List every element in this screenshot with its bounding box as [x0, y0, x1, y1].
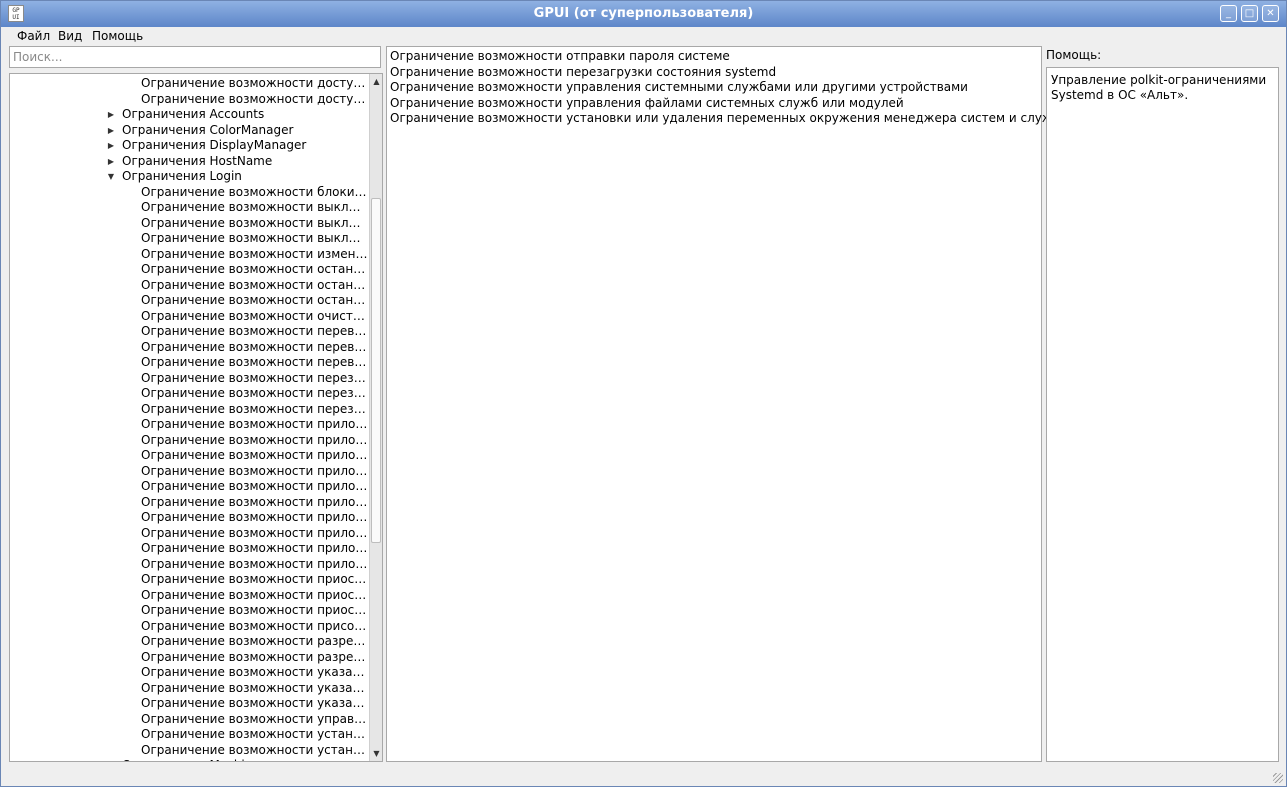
tree-item[interactable]: Ограничение возможности указания за...	[141, 665, 369, 681]
tree-item[interactable]: Ограничение возможности перевода с...	[141, 355, 369, 371]
tree-item[interactable]: Ограничение возможности перевода с...	[141, 340, 369, 356]
tree-item[interactable]: Ограничение возможности установки «...	[141, 727, 369, 743]
tree-scrollbar[interactable]: ▲ ▼	[369, 74, 382, 761]
tree-item[interactable]: Ограничение возможности приложени...	[141, 557, 369, 573]
resize-grip-icon[interactable]	[1273, 773, 1283, 783]
tree-item[interactable]: Ограничение возможности указания м...	[141, 696, 369, 712]
collapsed-arrow-icon[interactable]: ▶	[106, 154, 116, 169]
tree-item[interactable]: Ограничение возможности разрешени...	[141, 650, 369, 666]
scroll-down-arrow-icon[interactable]: ▼	[371, 747, 382, 760]
scroll-up-arrow-icon[interactable]: ▲	[371, 75, 382, 88]
tree-item[interactable]: Ограничение возможности перезагрузк...	[141, 402, 369, 418]
title-bar[interactable]: GP UI GPUI (от суперпользователя) _ □ ✕	[1, 1, 1286, 28]
tree-item[interactable]: Ограничение возможности остановки с...	[141, 278, 369, 294]
policy-list-item[interactable]: Ограничение возможности управления файла…	[390, 95, 904, 111]
tree-item[interactable]: Ограничение возможности блокировки...	[141, 185, 369, 201]
tree-item[interactable]: Ограничение возможности присоедин...	[141, 619, 369, 635]
menu-bar: Файл Вид Помощь	[1, 27, 1286, 45]
menu-help[interactable]: Помощь	[92, 28, 143, 44]
help-panel: Управление polkit-ограничениями Systemd …	[1046, 67, 1279, 762]
tree-item[interactable]: Ограничение возможности приложени...	[141, 526, 369, 542]
tree-item[interactable]: Ограничение возможности приложени...	[141, 433, 369, 449]
tree-group-item[interactable]: Ограничения Accounts	[122, 107, 369, 123]
scrollbar-thumb[interactable]	[371, 198, 381, 543]
tree-item[interactable]: Ограничение возможности перезагрузк...	[141, 371, 369, 387]
menu-file[interactable]: Файл	[17, 28, 50, 44]
tree-item[interactable]: Ограничение возможности выключени...	[141, 216, 369, 232]
tree-item[interactable]: Ограничение возможности управления...	[141, 712, 369, 728]
tree-group-item[interactable]: Ограничения Login	[122, 169, 369, 185]
tree-item[interactable]: Ограничение возможности остановки с...	[141, 293, 369, 309]
tree-item[interactable]: Ограничение возможности доступа к с...	[141, 92, 369, 108]
tree-item[interactable]: Ограничение возможности доступа к д...	[141, 76, 369, 92]
tree-item[interactable]: Ограничение возможности указания за...	[141, 681, 369, 697]
tree-item[interactable]: Ограничение возможности изменения ...	[141, 247, 369, 263]
main-window: GP UI GPUI (от суперпользователя) _ □ ✕ Ф…	[0, 0, 1287, 787]
policy-list-item[interactable]: Ограничение возможности установки или уд…	[390, 110, 1060, 126]
help-text: Управление polkit-ограничениями Systemd …	[1051, 73, 1267, 102]
tree-item[interactable]: Ограничение возможности приостанов...	[141, 572, 369, 588]
tree-item[interactable]: Ограничение возможности перезагрузк...	[141, 386, 369, 402]
tree-item[interactable]: Ограничение возможности приложени...	[141, 448, 369, 464]
policy-list[interactable]: Ограничение возможности отправки пароля …	[386, 46, 1060, 762]
menu-view[interactable]: Вид	[58, 28, 82, 44]
tree-item[interactable]: Ограничение возможности приложени...	[141, 417, 369, 433]
collapsed-arrow-icon[interactable]: ▶	[106, 138, 116, 153]
close-button[interactable]: ✕	[1262, 5, 1279, 22]
tree-item[interactable]: Ограничение возможности приложени...	[141, 495, 369, 511]
tree-item[interactable]: Ограничение возможности приостанов...	[141, 588, 369, 604]
window-title: GPUI (от суперпользователя)	[533, 6, 754, 21]
tree-item[interactable]: Ограничение возможности выключени...	[141, 200, 369, 216]
policy-list-item[interactable]: Ограничение возможности перезагрузки сос…	[390, 64, 776, 80]
status-bar	[1, 764, 1286, 786]
tree-item[interactable]: Ограничение возможности остановки с...	[141, 262, 369, 278]
collapsed-arrow-icon[interactable]: ▶	[106, 758, 116, 761]
tree-group-item[interactable]: Ограничения HostName	[122, 154, 369, 170]
tree-group-item[interactable]: Ограничения Machine	[122, 758, 369, 761]
tree-item[interactable]: Ограничение возможности разрешени...	[141, 634, 369, 650]
policy-list-item[interactable]: Ограничение возможности отправки пароля …	[390, 48, 730, 64]
collapsed-arrow-icon[interactable]: ▶	[106, 123, 116, 138]
tree-item[interactable]: Ограничение возможности приложени...	[141, 541, 369, 557]
collapsed-arrow-icon[interactable]: ▶	[106, 107, 116, 122]
tree-item[interactable]: Ограничение возможности установки с...	[141, 743, 369, 759]
policy-tree[interactable]: Ограничение возможности доступа к д...Ог…	[9, 73, 383, 762]
tree-group-item[interactable]: Ограничения DisplayManager	[122, 138, 369, 154]
expanded-arrow-icon[interactable]: ▼	[106, 169, 116, 184]
maximize-button[interactable]: □	[1241, 5, 1258, 22]
tree-item[interactable]: Ограничение возможности выключени...	[141, 231, 369, 247]
tree-item[interactable]: Ограничение возможности перевода с...	[141, 324, 369, 340]
policy-list-item[interactable]: Ограничение возможности управления систе…	[390, 79, 968, 95]
tree-item[interactable]: Ограничение возможности приложени...	[141, 510, 369, 526]
tree-item[interactable]: Ограничение возможности очистки уст...	[141, 309, 369, 325]
tree-item[interactable]: Ограничение возможности приложени...	[141, 464, 369, 480]
help-label: Помощь:	[1046, 48, 1102, 62]
tree-group-item[interactable]: Ограничения ColorManager	[122, 123, 369, 139]
minimize-button[interactable]: _	[1220, 5, 1237, 22]
tree-item[interactable]: Ограничение возможности приложени...	[141, 479, 369, 495]
tree-item[interactable]: Ограничение возможности приостанов...	[141, 603, 369, 619]
search-input[interactable]	[9, 46, 381, 68]
